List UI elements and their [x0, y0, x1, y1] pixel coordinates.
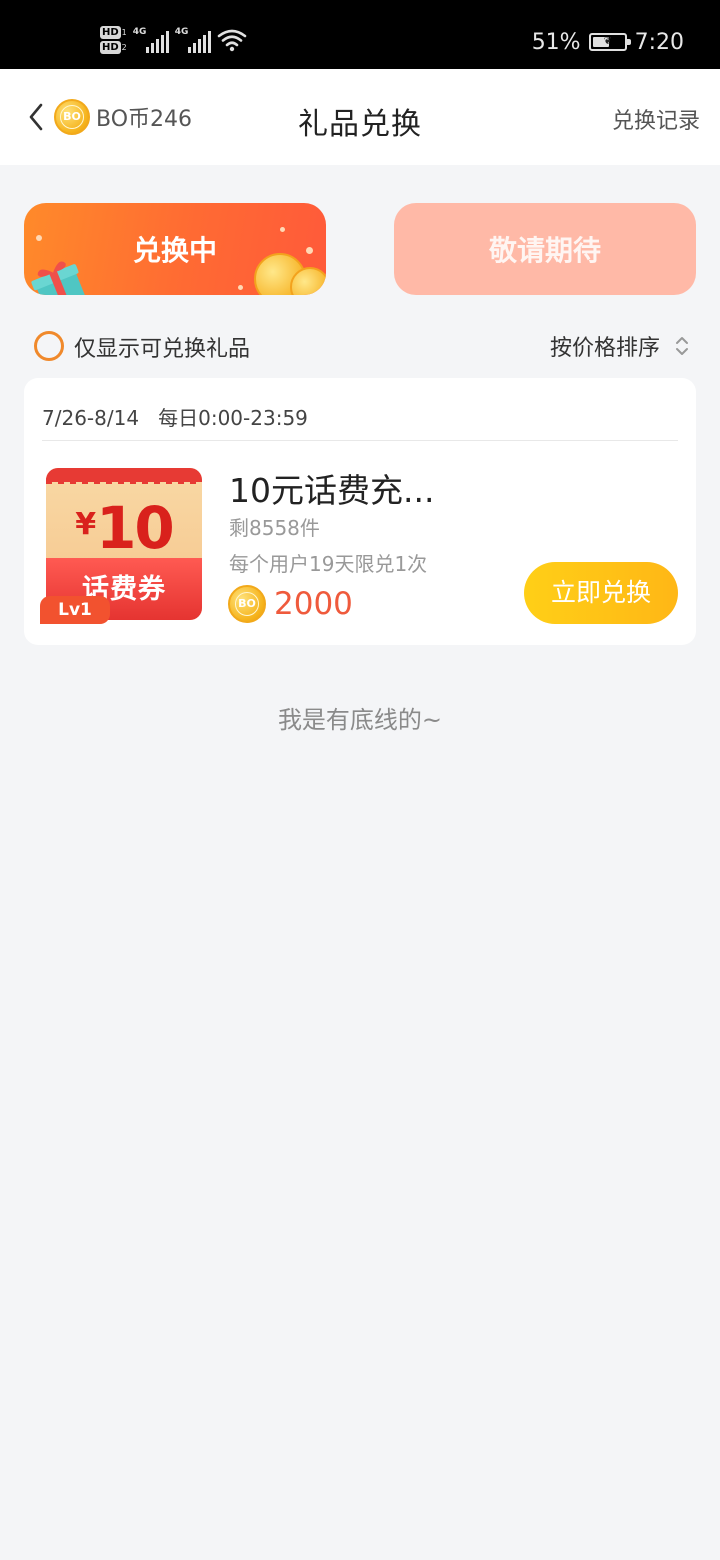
hd-label: HD: [100, 41, 121, 54]
date-range: 7/26-8/14: [42, 406, 140, 430]
clock: 7:20: [634, 29, 684, 55]
sim1-hd-badge: HD 1: [100, 26, 127, 39]
only-available-label[interactable]: 仅显示可兑换礼品: [74, 331, 250, 363]
end-of-list-text: 我是有底线的~: [277, 706, 443, 734]
hd-indicators: HD 1 HD 2: [100, 26, 127, 54]
network-type-label: 4G: [132, 27, 147, 37]
level-badge: Lv1: [40, 596, 110, 624]
sparkle-dot: [36, 235, 42, 241]
exchange-history-link[interactable]: 兑换记录: [612, 103, 700, 135]
wifi-icon: [217, 29, 247, 52]
availability-time: 7/26-8/14 每日0:00-23:59: [42, 402, 308, 431]
sparkle-dot: [238, 285, 243, 290]
sort-arrows-icon: [676, 337, 688, 355]
status-left-group: HD 1 HD 2 4G 4G: [100, 18, 247, 62]
price: BO 2000: [228, 584, 353, 624]
battery-icon: ❦: [588, 33, 631, 51]
price-value: 2000: [274, 586, 353, 622]
tab-coming-soon[interactable]: 敬请期待: [394, 203, 696, 295]
only-available-radio[interactable]: [34, 331, 64, 361]
signal-strength-icon: 4G: [175, 27, 211, 53]
sparkle-dot: [280, 227, 285, 232]
divider: [42, 440, 678, 441]
tab-exchanging[interactable]: 兑换中: [24, 203, 326, 295]
gift-card[interactable]: 7/26-8/14 每日0:00-23:59 ¥10 话费券 Lv1 10元话费…: [24, 378, 696, 645]
tab-label: 兑换中: [132, 234, 217, 267]
status-right-group: 51% ❦ 7:20: [532, 26, 684, 58]
sim-index: 1: [121, 27, 127, 37]
network-type-label: 4G: [174, 27, 189, 37]
daily-time: 每日0:00-23:59: [158, 406, 308, 430]
nav-header: BO BO币246 礼品兑换 兑换记录: [0, 69, 720, 165]
bo-coin-icon: BO: [228, 585, 266, 623]
gift-box-icon: [31, 261, 86, 295]
redeem-limit: 每个用户19天限兑1次: [229, 552, 428, 576]
voucher-amount: ¥10: [75, 494, 175, 562]
stock-remaining: 剩8558件: [229, 516, 320, 540]
hd-label: HD: [100, 26, 121, 39]
tab-label: 敬请期待: [488, 234, 601, 267]
sort-by-price-button[interactable]: 按价格排序: [550, 328, 690, 364]
sort-label: 按价格排序: [549, 336, 660, 361]
signal-strength-icon: 4G: [133, 27, 169, 53]
gift-exchange-screen: HD 1 HD 2 4G 4G 51% ❦ 7:20 BO BO币246 礼品兑…: [0, 0, 720, 1560]
sim2-hd-badge: HD 2: [100, 41, 127, 54]
filter-row: 仅显示可兑换礼品 按价格排序: [34, 328, 690, 364]
sparkle-dot: [306, 247, 313, 254]
status-bar: HD 1 HD 2 4G 4G 51% ❦ 7:20: [0, 0, 720, 69]
redeem-now-button[interactable]: 立即兑换: [524, 562, 678, 624]
sim-index: 2: [121, 42, 127, 52]
gift-title: 10元话费充...: [229, 471, 435, 510]
battery-percent: 51%: [531, 29, 581, 55]
